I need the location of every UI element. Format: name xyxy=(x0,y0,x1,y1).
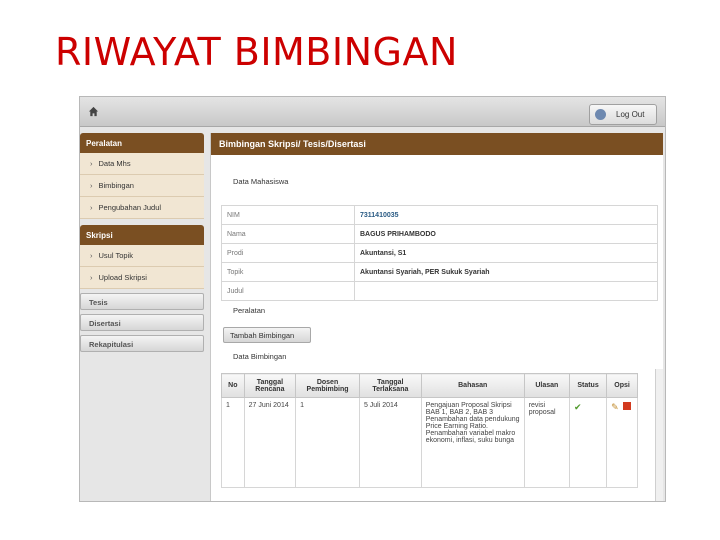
tambah-bimbingan-button[interactable]: Tambah Bimbingan xyxy=(223,327,311,343)
data-bimbingan-label: Data Bimbingan xyxy=(233,352,287,361)
student-info-table: NIM 7311410035 Nama BAGUS PRIHAMBODO Prodi… xyxy=(221,205,658,301)
data-mahasiswa-label: Data Mahasiswa xyxy=(233,177,289,186)
info-value: BAGUS PRIHAMBODO xyxy=(354,224,658,244)
table-row: Nama BAGUS PRIHAMBODO xyxy=(221,224,658,244)
table-row: Prodi Akuntansi, S1 xyxy=(221,243,658,263)
cell-tanggal-terlaksana: 5 Juli 2014 xyxy=(358,397,422,488)
sidebar-item-usul-topik[interactable]: › Usul Topik xyxy=(80,245,204,267)
info-value: 7311410035 xyxy=(354,205,658,225)
info-value: Akuntansi, S1 xyxy=(354,243,658,263)
bimbingan-table: No Tanggal Rencana Dosen Pembimbing Tang… xyxy=(221,373,638,488)
peralatan-label: Peralatan xyxy=(233,306,266,315)
sidebar-button-rekapitulasi[interactable]: Rekapitulasi xyxy=(80,335,204,352)
sidebar-item-data-mhs[interactable]: › Data Mhs xyxy=(80,153,204,175)
sidebar-item-label: Data Mhs xyxy=(98,159,131,168)
sidebar-item-label: Usul Topik xyxy=(98,251,133,260)
scrollbar[interactable] xyxy=(655,369,663,501)
info-label: Topik xyxy=(221,262,355,282)
sidebar: Peralatan › Data Mhs › Bimbingan › Pengubah… xyxy=(80,133,204,352)
sidebar-item-label: Pengubahan Judul xyxy=(98,203,162,212)
info-value: Akuntansi Syariah, PER Sukuk Syariah xyxy=(354,262,658,282)
info-label: Nama xyxy=(221,224,355,244)
chevron-right-icon: › xyxy=(90,203,93,212)
info-label: Judul xyxy=(221,281,355,301)
sidebar-item-bimbingan[interactable]: › Bimbingan xyxy=(80,175,204,197)
slide: RIWAYAT BIMBINGAN Log Out Peralatan › Dat… xyxy=(0,0,720,540)
cell-dosen: 1 xyxy=(295,397,360,488)
column-header: Dosen Pembimbing xyxy=(295,373,360,398)
column-header: Tanggal Rencana xyxy=(243,373,297,398)
table-header-row: No Tanggal Rencana Dosen Pembimbing Tang… xyxy=(221,373,638,398)
chevron-right-icon: › xyxy=(90,159,93,168)
column-header: Ulasan xyxy=(523,373,571,398)
cell-status: ✔ xyxy=(568,397,608,488)
sidebar-item-pengubahan-judul[interactable]: › Pengubahan Judul xyxy=(80,197,204,219)
content-header: Bimbingan Skripsi/ Tesis/Disertasi xyxy=(211,133,663,155)
info-label: NIM xyxy=(221,205,355,225)
user-icon xyxy=(595,109,606,120)
sidebar-heading-skripsi: Skripsi xyxy=(80,225,204,245)
column-header: Bahasan xyxy=(420,373,525,398)
column-header: Opsi xyxy=(606,373,638,398)
column-header: No xyxy=(221,373,245,398)
info-label: Prodi xyxy=(221,243,355,263)
cell-tanggal-rencana: 27 Juni 2014 xyxy=(243,397,297,488)
slide-title: RIWAYAT BIMBINGAN xyxy=(55,30,458,74)
column-header: Tanggal Terlaksana xyxy=(358,373,422,398)
sidebar-item-upload-skripsi[interactable]: › Upload Skripsi xyxy=(80,267,204,289)
app-screenshot: Log Out Peralatan › Data Mhs › Bimbingan ›… xyxy=(79,96,666,502)
logout-button[interactable]: Log Out xyxy=(589,104,657,125)
sidebar-item-label: Bimbingan xyxy=(98,181,134,190)
edit-icon[interactable]: ✎ xyxy=(611,402,620,412)
table-row: Judul xyxy=(221,281,658,301)
delete-icon[interactable] xyxy=(623,402,632,410)
cell-bahasan: Pengajuan Proposal Skripsi BAB 1, BAB 2,… xyxy=(420,397,525,488)
main-content: Bimbingan Skripsi/ Tesis/Disertasi Data … xyxy=(210,133,663,501)
check-icon: ✔ xyxy=(574,402,582,412)
sidebar-heading-peralatan: Peralatan xyxy=(80,133,204,153)
column-header: Status xyxy=(568,373,608,398)
cell-no: 1 xyxy=(221,397,245,488)
table-row: 1 27 Juni 2014 1 5 Juli 2014 Pengajuan P… xyxy=(221,397,638,488)
sidebar-item-label: Upload Skripsi xyxy=(98,273,147,282)
info-value xyxy=(354,281,658,301)
home-icon[interactable] xyxy=(88,106,99,117)
sidebar-button-disertasi[interactable]: Disertasi xyxy=(80,314,204,331)
chevron-right-icon: › xyxy=(90,273,93,282)
chevron-right-icon: › xyxy=(90,251,93,260)
cell-opsi: ✎ xyxy=(606,397,638,488)
cell-ulasan: revisi proposal xyxy=(523,397,571,488)
top-bar: Log Out xyxy=(80,97,665,127)
logout-label: Log Out xyxy=(616,110,645,119)
sidebar-button-tesis[interactable]: Tesis xyxy=(80,293,204,310)
table-row: Topik Akuntansi Syariah, PER Sukuk Syaria… xyxy=(221,262,658,282)
table-row: NIM 7311410035 xyxy=(221,205,658,225)
chevron-right-icon: › xyxy=(90,181,93,190)
